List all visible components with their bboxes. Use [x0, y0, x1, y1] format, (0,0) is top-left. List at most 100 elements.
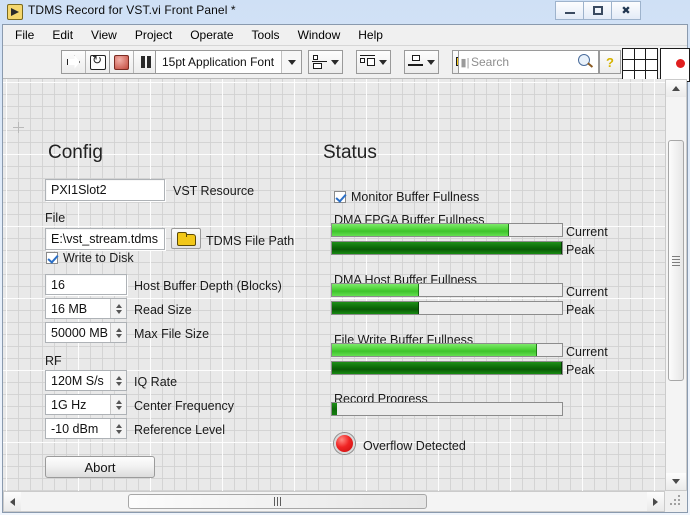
file-group-label: File — [45, 211, 66, 225]
horizontal-scroll-thumb[interactable] — [128, 494, 427, 509]
scroll-down-button[interactable] — [666, 473, 686, 490]
reference-level-stepper[interactable] — [110, 419, 126, 438]
font-selector[interactable]: 15pt Application Font — [155, 50, 302, 74]
monitor-buffer-fullness-checkbox[interactable]: Monitor Buffer Fullness — [334, 190, 479, 204]
run-continuously-button[interactable] — [86, 51, 110, 73]
search-icon — [576, 53, 594, 71]
menu-item-file[interactable]: File — [6, 26, 43, 44]
stepper-up-icon[interactable] — [115, 303, 122, 308]
front-panel-canvas[interactable]: Config PXI1Slot2 VST Resource File E:\vs… — [3, 79, 665, 491]
max-file-size-input[interactable]: 50000 MB — [45, 322, 127, 343]
stepper-up-icon[interactable] — [115, 399, 122, 404]
font-selector-chevron-down-icon[interactable] — [281, 51, 301, 73]
maximize-button[interactable] — [583, 1, 611, 20]
stepper-down-icon[interactable] — [115, 333, 122, 338]
window-title: TDMS Record for VST.vi Front Panel * — [28, 3, 236, 17]
run-continuously-icon — [90, 53, 106, 70]
max-file-size-stepper[interactable] — [110, 323, 126, 342]
scroll-grip-icon — [672, 255, 680, 266]
scroll-right-button[interactable] — [647, 492, 664, 511]
monitor-buffer-fullness-label: Monitor Buffer Fullness — [351, 190, 480, 204]
chevron-down-icon — [672, 479, 680, 484]
menu-item-operate[interactable]: Operate — [181, 26, 242, 44]
menu-item-tools[interactable]: Tools — [243, 26, 289, 44]
rf-group-label: RF — [45, 354, 62, 368]
distribute-chevron-down-icon[interactable] — [379, 59, 387, 65]
question-mark-icon: ? — [606, 54, 614, 70]
status-section-title: Status — [323, 142, 377, 163]
tdms-file-path-label: TDMS File Path — [206, 234, 295, 248]
stepper-up-icon[interactable] — [115, 327, 122, 332]
chevron-right-icon — [653, 497, 658, 506]
overflow-detected-led — [334, 433, 355, 454]
search-input[interactable]: ▮| Search — [458, 50, 599, 74]
chevron-up-icon — [672, 86, 680, 91]
host-buffer-depth-input[interactable]: 16 — [45, 274, 127, 295]
record-progress-bar — [331, 402, 563, 416]
overflow-detected-label: Overflow Detected — [363, 439, 466, 453]
abort-execution-button[interactable] — [110, 51, 134, 73]
dma-host-peak-label: Peak — [566, 303, 595, 317]
folder-icon — [177, 232, 196, 246]
horizontal-scrollbar[interactable] — [3, 491, 665, 512]
title-bar: TDMS Record for VST.vi Front Panel * ✖ — [0, 0, 690, 24]
stepper-up-icon[interactable] — [115, 423, 122, 428]
scroll-grip-icon — [274, 497, 281, 506]
stepper-down-icon[interactable] — [115, 381, 122, 386]
distribute-objects-button[interactable] — [356, 50, 391, 74]
resize-objects-button[interactable] — [404, 50, 439, 74]
resize-grip[interactable] — [669, 495, 683, 509]
scroll-left-button[interactable] — [4, 492, 21, 511]
run-arrow-icon — [67, 55, 80, 69]
align-chevron-down-icon[interactable] — [331, 59, 339, 65]
iq-rate-input[interactable]: 120M S/s — [45, 370, 127, 391]
read-size-input[interactable]: 16 MB — [45, 298, 127, 319]
file-write-peak-label: Peak — [566, 363, 595, 377]
execution-controls-group — [109, 50, 159, 74]
menu-item-window[interactable]: Window — [289, 26, 350, 44]
close-icon: ✖ — [621, 5, 631, 17]
resize-chevron-down-icon[interactable] — [427, 59, 435, 65]
run-controls-group — [61, 50, 111, 74]
run-button[interactable] — [62, 51, 86, 73]
center-frequency-input[interactable]: 1G Hz — [45, 394, 127, 415]
stepper-down-icon[interactable] — [115, 309, 122, 314]
read-size-label: Read Size — [134, 303, 192, 317]
restore-icon — [584, 2, 611, 19]
vertical-scroll-thumb[interactable] — [668, 140, 684, 381]
reference-level-label: Reference Level — [134, 423, 226, 437]
reference-level-input[interactable]: -10 dBm — [45, 418, 127, 439]
menu-item-help[interactable]: Help — [349, 26, 392, 44]
dma-fpga-current-bar — [331, 223, 563, 237]
vst-resource-input[interactable]: PXI1Slot2 — [45, 179, 165, 201]
menu-item-view[interactable]: View — [82, 26, 126, 44]
menu-item-edit[interactable]: Edit — [43, 26, 82, 44]
context-help-button[interactable]: ? — [599, 50, 621, 74]
center-frequency-value: 1G Hz — [51, 397, 87, 412]
abort-button[interactable]: Abort — [45, 456, 155, 478]
vertical-scrollbar[interactable] — [665, 79, 687, 491]
close-button[interactable]: ✖ — [611, 1, 641, 20]
browse-file-button[interactable] — [171, 228, 201, 249]
menu-item-project[interactable]: Project — [126, 26, 181, 44]
panel-origin-marker — [13, 122, 24, 133]
dma-fpga-peak-fill — [332, 242, 562, 254]
menu-bar: File Edit View Project Operate Tools Win… — [3, 25, 687, 46]
search-cursor-icon: ▮| — [460, 56, 470, 69]
stepper-down-icon[interactable] — [115, 405, 122, 410]
dma-fpga-peak-bar — [331, 241, 563, 255]
stepper-up-icon[interactable] — [115, 375, 122, 380]
stepper-down-icon[interactable] — [115, 429, 122, 434]
font-selector-label: 15pt Application Font — [162, 55, 275, 69]
minimize-button[interactable] — [555, 1, 583, 20]
dma-fpga-current-fill — [332, 224, 510, 236]
align-objects-button[interactable] — [308, 50, 343, 74]
scroll-up-button[interactable] — [666, 80, 686, 97]
signal-indicator-icon — [660, 48, 690, 82]
iq-rate-stepper[interactable] — [110, 371, 126, 390]
read-size-stepper[interactable] — [110, 299, 126, 318]
dma-host-peak-bar — [331, 301, 563, 315]
write-to-disk-checkbox[interactable]: Write to Disk — [46, 251, 134, 265]
center-frequency-stepper[interactable] — [110, 395, 126, 414]
tdms-file-path-input[interactable]: E:\vst_stream.tdms — [45, 228, 165, 250]
